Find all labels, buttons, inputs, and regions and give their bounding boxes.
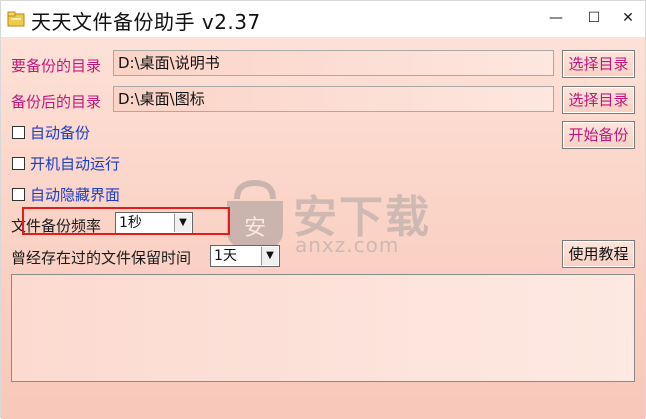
- source-dir-label: 要备份的目录: [11, 57, 102, 75]
- autostart-checkbox[interactable]: [12, 157, 25, 170]
- app-window: 天天文件备份助手 v2.37 — ☐ ✕ 要备份的目录 D:\桌面\说明书 选择…: [0, 0, 646, 419]
- tutorial-button[interactable]: 使用教程: [562, 240, 635, 268]
- watermark-domain: anxz.com: [295, 233, 400, 257]
- watermark-brand: 安下载: [293, 192, 431, 243]
- auto-hide-label: 自动隐藏界面: [30, 186, 121, 204]
- retention-value: 1天: [214, 248, 237, 264]
- dropdown-arrow-icon[interactable]: ▼: [261, 247, 278, 265]
- dest-dir-input[interactable]: D:\桌面\图标: [113, 86, 554, 112]
- retention-select[interactable]: 1天 ▼: [210, 245, 280, 267]
- close-button[interactable]: ✕: [613, 5, 643, 31]
- svg-text:安: 安: [244, 216, 266, 241]
- start-backup-button[interactable]: 开始备份: [562, 121, 635, 149]
- shield-icon: 安: [227, 179, 283, 253]
- highlight-box: [22, 207, 230, 235]
- maximize-button[interactable]: ☐: [579, 5, 609, 31]
- app-folder-icon: [7, 11, 25, 27]
- select-source-dir-button[interactable]: 选择目录: [562, 50, 635, 78]
- retention-label: 曾经存在过的文件保留时间: [11, 249, 192, 267]
- minimize-button[interactable]: —: [541, 5, 571, 31]
- select-dest-dir-button[interactable]: 选择目录: [562, 86, 635, 114]
- dest-dir-label: 备份后的目录: [11, 93, 102, 111]
- auto-backup-label: 自动备份: [30, 124, 91, 142]
- auto-backup-checkbox[interactable]: [12, 126, 25, 139]
- title-bar[interactable]: 天天文件备份助手 v2.37 — ☐ ✕: [1, 1, 645, 37]
- source-dir-input[interactable]: D:\桌面\说明书: [113, 50, 554, 76]
- window-title: 天天文件备份助手 v2.37: [31, 10, 261, 34]
- auto-hide-checkbox[interactable]: [12, 188, 25, 201]
- autostart-label: 开机自动运行: [30, 155, 121, 173]
- log-textarea[interactable]: [11, 274, 635, 382]
- main-panel: 要备份的目录 D:\桌面\说明书 选择目录 备份后的目录 D:\桌面\图标 选择…: [1, 37, 645, 419]
